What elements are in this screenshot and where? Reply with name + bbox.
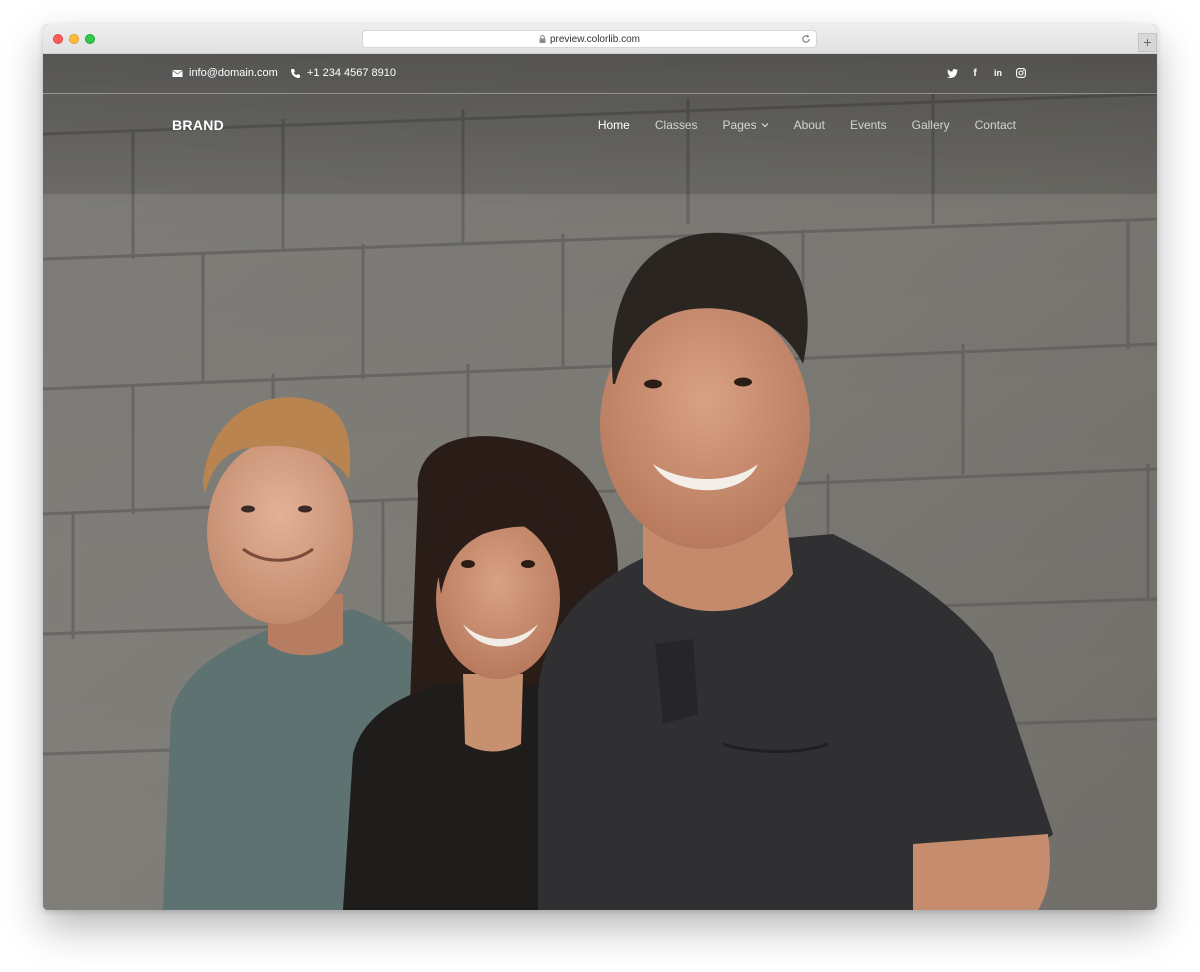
lock-icon [539,35,546,43]
address-bar[interactable]: preview.colorlib.com [362,30,817,48]
new-tab-button[interactable]: + [1138,33,1157,52]
browser-window: preview.colorlib.com + info@domain.com +… [43,24,1157,910]
hero-image [43,54,1157,910]
phone-icon [291,68,300,78]
nav-item-events[interactable]: Events [850,118,887,132]
nav-item-label: Gallery [911,118,950,132]
nav-item-label: Classes [654,118,698,132]
nav-item-label: Contact [974,118,1016,132]
social-links: f in [946,67,1027,79]
url-text: preview.colorlib.com [549,33,641,45]
nav-item-label: Home [597,118,630,132]
top-info-bar: info@domain.com +1 234 4567 8910 f in [43,54,1157,94]
nav-item-gallery[interactable]: Gallery [912,118,950,132]
nav-item-label: Pages [722,118,757,132]
nav-item-contact[interactable]: Contact [975,118,1016,132]
main-nav: Home Classes Pages About Events Gallery [598,118,1016,132]
reload-icon[interactable] [801,34,811,44]
twitter-icon[interactable] [946,67,958,79]
linkedin-icon[interactable]: in [992,67,1004,79]
minimize-window-button[interactable] [69,34,79,44]
chevron-down-icon [761,123,769,128]
nav-item-pages[interactable]: Pages [723,118,769,132]
close-window-button[interactable] [53,34,63,44]
nav-item-classes[interactable]: Classes [655,118,698,132]
facebook-icon[interactable]: f [969,67,981,79]
brand-logo[interactable]: BRAND [172,117,224,133]
instagram-icon[interactable] [1015,67,1027,79]
nav-item-home[interactable]: Home [598,118,630,132]
browser-toolbar: preview.colorlib.com + [43,24,1157,54]
nav-item-about[interactable]: About [794,118,825,132]
envelope-icon [172,69,183,77]
contact-phone[interactable]: +1 234 4567 8910 [290,67,396,79]
email-text: info@domain.com [189,67,278,79]
nav-item-label: About [793,118,825,132]
maximize-window-button[interactable] [85,34,95,44]
phone-text: +1 234 4567 8910 [307,67,397,79]
contact-email[interactable]: info@domain.com [172,67,278,79]
nav-item-label: Events [849,118,887,132]
web-page: info@domain.com +1 234 4567 8910 f in BR… [43,54,1157,910]
